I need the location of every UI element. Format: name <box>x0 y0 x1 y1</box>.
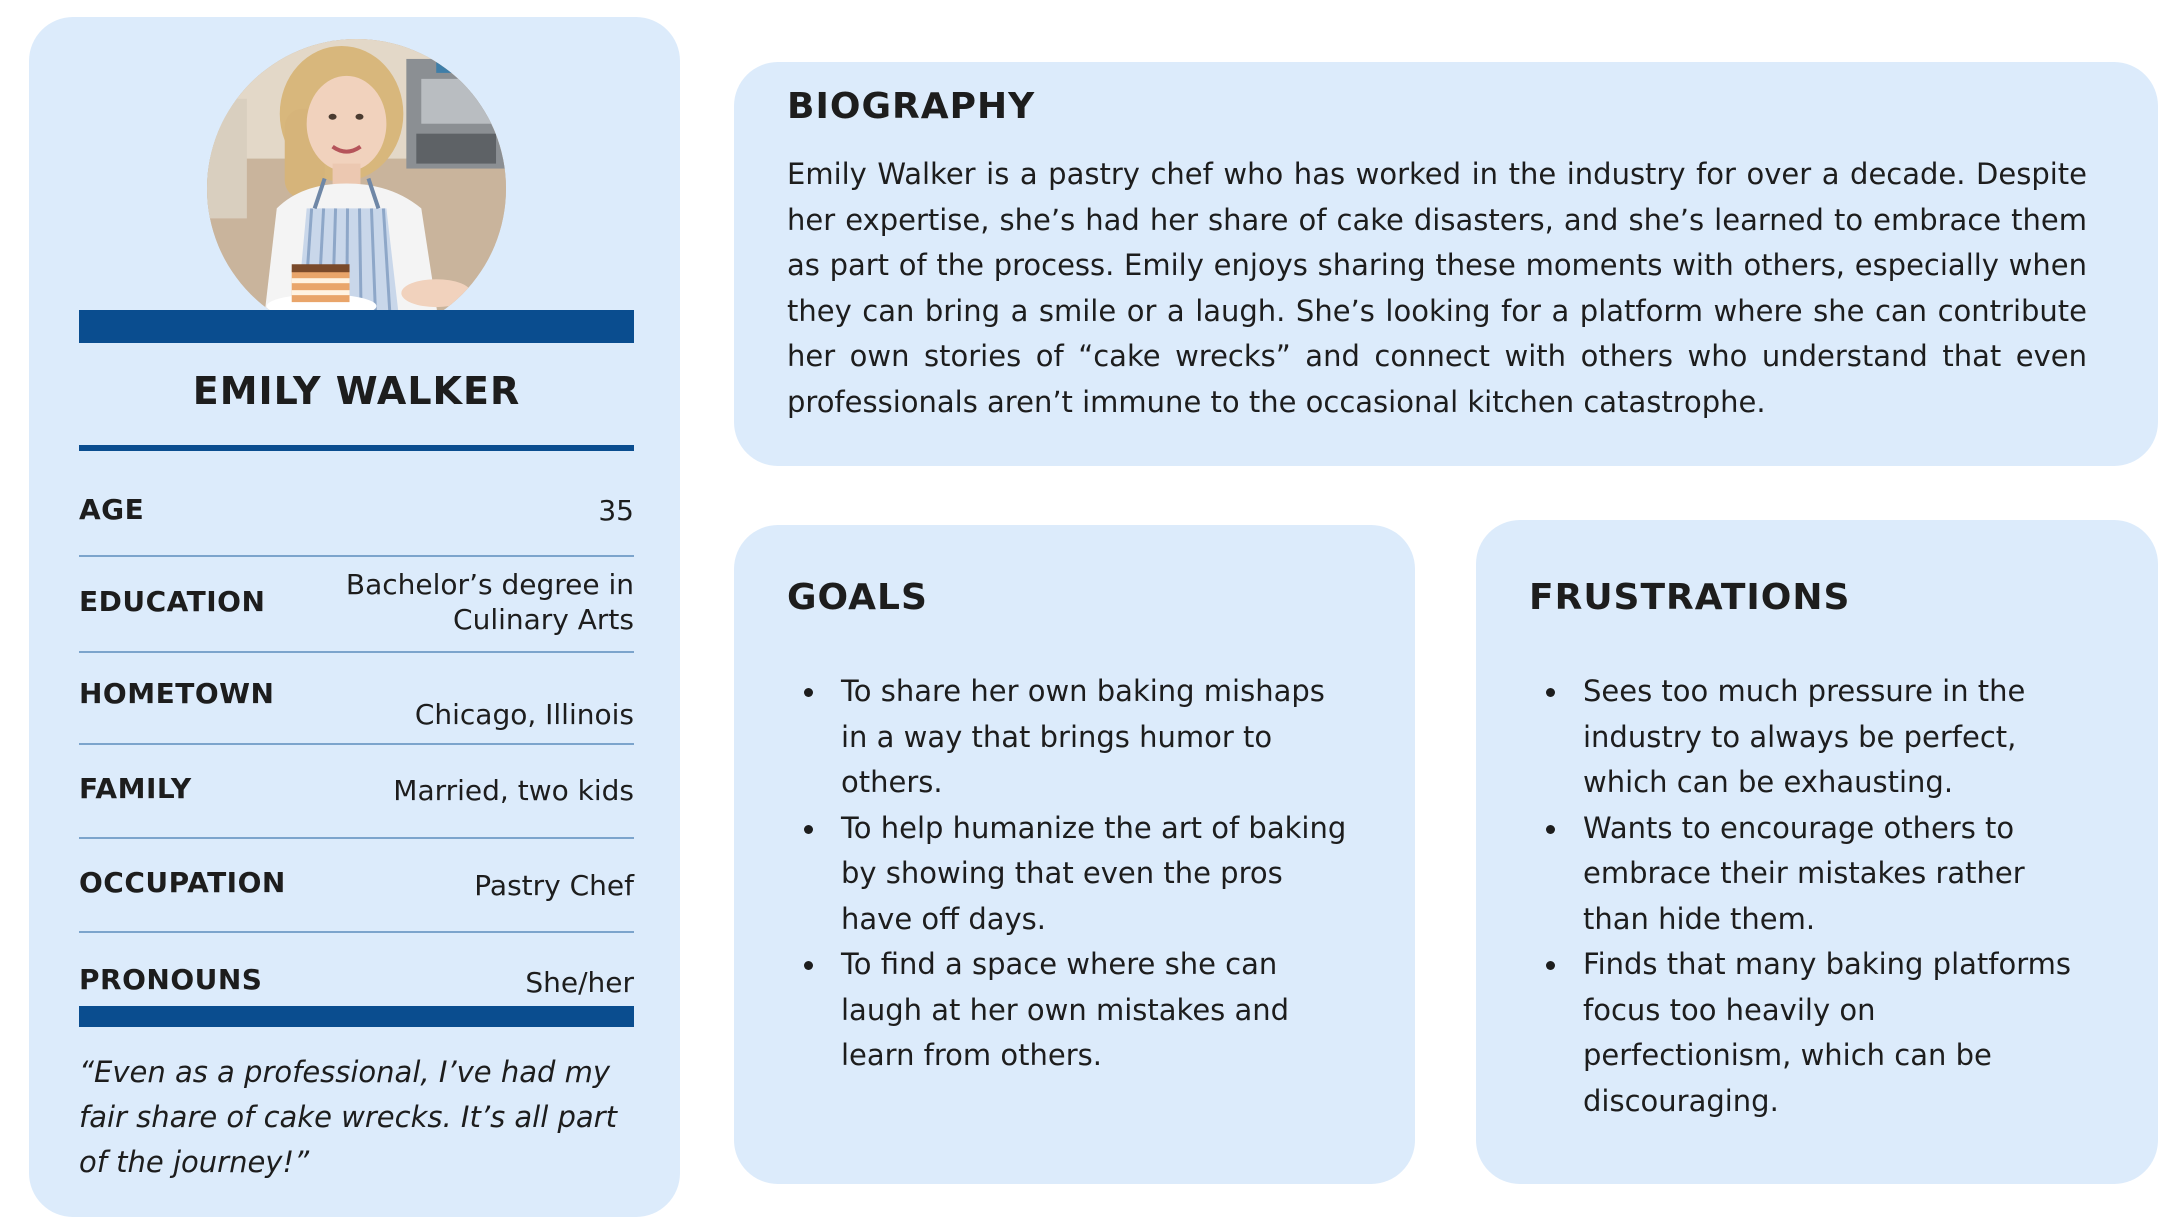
biography-panel: BIOGRAPHY Emily Walker is a pastry chef … <box>734 62 2158 466</box>
bullet-icon <box>1546 824 1555 834</box>
attribute-value: Pastry Chef <box>474 869 634 902</box>
frustration-item: Sees too much pressure in the industry t… <box>1529 669 2089 806</box>
attribute-row-education: EDUCATION Bachelor’s degree in Culinary … <box>79 557 634 653</box>
frustration-item: Finds that many baking platforms focus t… <box>1529 942 2089 1124</box>
bottom-accent-bar <box>79 1006 634 1027</box>
goal-item: To share her own baking mishaps in a way… <box>787 669 1347 806</box>
goals-title: GOALS <box>787 577 928 618</box>
goal-text: To help humanize the art of baking by sh… <box>841 810 1347 936</box>
frustrations-panel: FRUSTRATIONS Sees too much pressure in t… <box>1476 520 2158 1184</box>
goals-panel: GOALS To share her own baking mishaps in… <box>734 525 1415 1184</box>
frustrations-title: FRUSTRATIONS <box>1529 577 1851 618</box>
top-accent-bar <box>79 310 634 343</box>
bullet-icon <box>1546 688 1555 697</box>
frustration-text: Finds that many baking platforms focus t… <box>1583 947 2072 1118</box>
avatar <box>207 39 506 338</box>
attribute-row-occupation: OCCUPATION Pastry Chef <box>79 839 634 933</box>
attribute-label: HOMETOWN <box>79 677 275 710</box>
attribute-row-age: AGE 35 <box>79 467 634 557</box>
name-divider <box>79 445 634 451</box>
bullet-icon <box>1546 961 1555 970</box>
goals-list: To share her own baking mishaps in a way… <box>787 669 1347 1079</box>
frustration-text: Sees too much pressure in the industry t… <box>1583 674 2026 799</box>
chef-photo <box>207 39 506 338</box>
attribute-value: Chicago, Illinois <box>414 698 634 731</box>
biography-title: BIOGRAPHY <box>787 86 1036 127</box>
goal-item: To help humanize the art of baking by sh… <box>787 806 1347 943</box>
attribute-value: 35 <box>598 494 634 527</box>
attribute-label: PRONOUNS <box>79 963 263 996</box>
goal-text: To find a space where she can laugh at h… <box>841 947 1290 1072</box>
bullet-icon <box>804 688 813 697</box>
persona-quote: “Even as a professional, I’ve had my fai… <box>79 1055 617 1179</box>
goal-text: To share her own baking mishaps in a way… <box>841 674 1325 799</box>
frustrations-list: Sees too much pressure in the industry t… <box>1529 669 2089 1124</box>
attribute-value: Bachelor’s degree in Culinary Arts <box>345 568 634 636</box>
attribute-value: Married, two kids <box>393 774 634 807</box>
bullet-icon <box>804 961 813 970</box>
frustration-text: Wants to encourage others to embrace the… <box>1583 810 2025 936</box>
goal-item: To find a space where she can laugh at h… <box>787 942 1347 1079</box>
frustration-item: Wants to encourage others to embrace the… <box>1529 806 2089 943</box>
attribute-row-hometown: HOMETOWN Chicago, Illinois <box>79 653 634 745</box>
profile-card: EMILY WALKER AGE 35 EDUCATION Bachelor’s… <box>29 17 680 1217</box>
persona-page: EMILY WALKER AGE 35 EDUCATION Bachelor’s… <box>0 0 2172 1232</box>
attribute-label: FAMILY <box>79 772 192 805</box>
attribute-value: She/her <box>525 966 634 999</box>
attribute-label: AGE <box>79 493 145 526</box>
attribute-row-pronouns: PRONOUNS She/her <box>79 933 634 1006</box>
persona-name: EMILY WALKER <box>192 369 521 413</box>
attribute-label: EDUCATION <box>79 585 266 618</box>
attribute-label: OCCUPATION <box>79 866 286 899</box>
attribute-row-family: FAMILY Married, two kids <box>79 745 634 839</box>
biography-text: Emily Walker is a pastry chef who has wo… <box>787 157 2087 419</box>
bullet-icon <box>804 824 813 834</box>
